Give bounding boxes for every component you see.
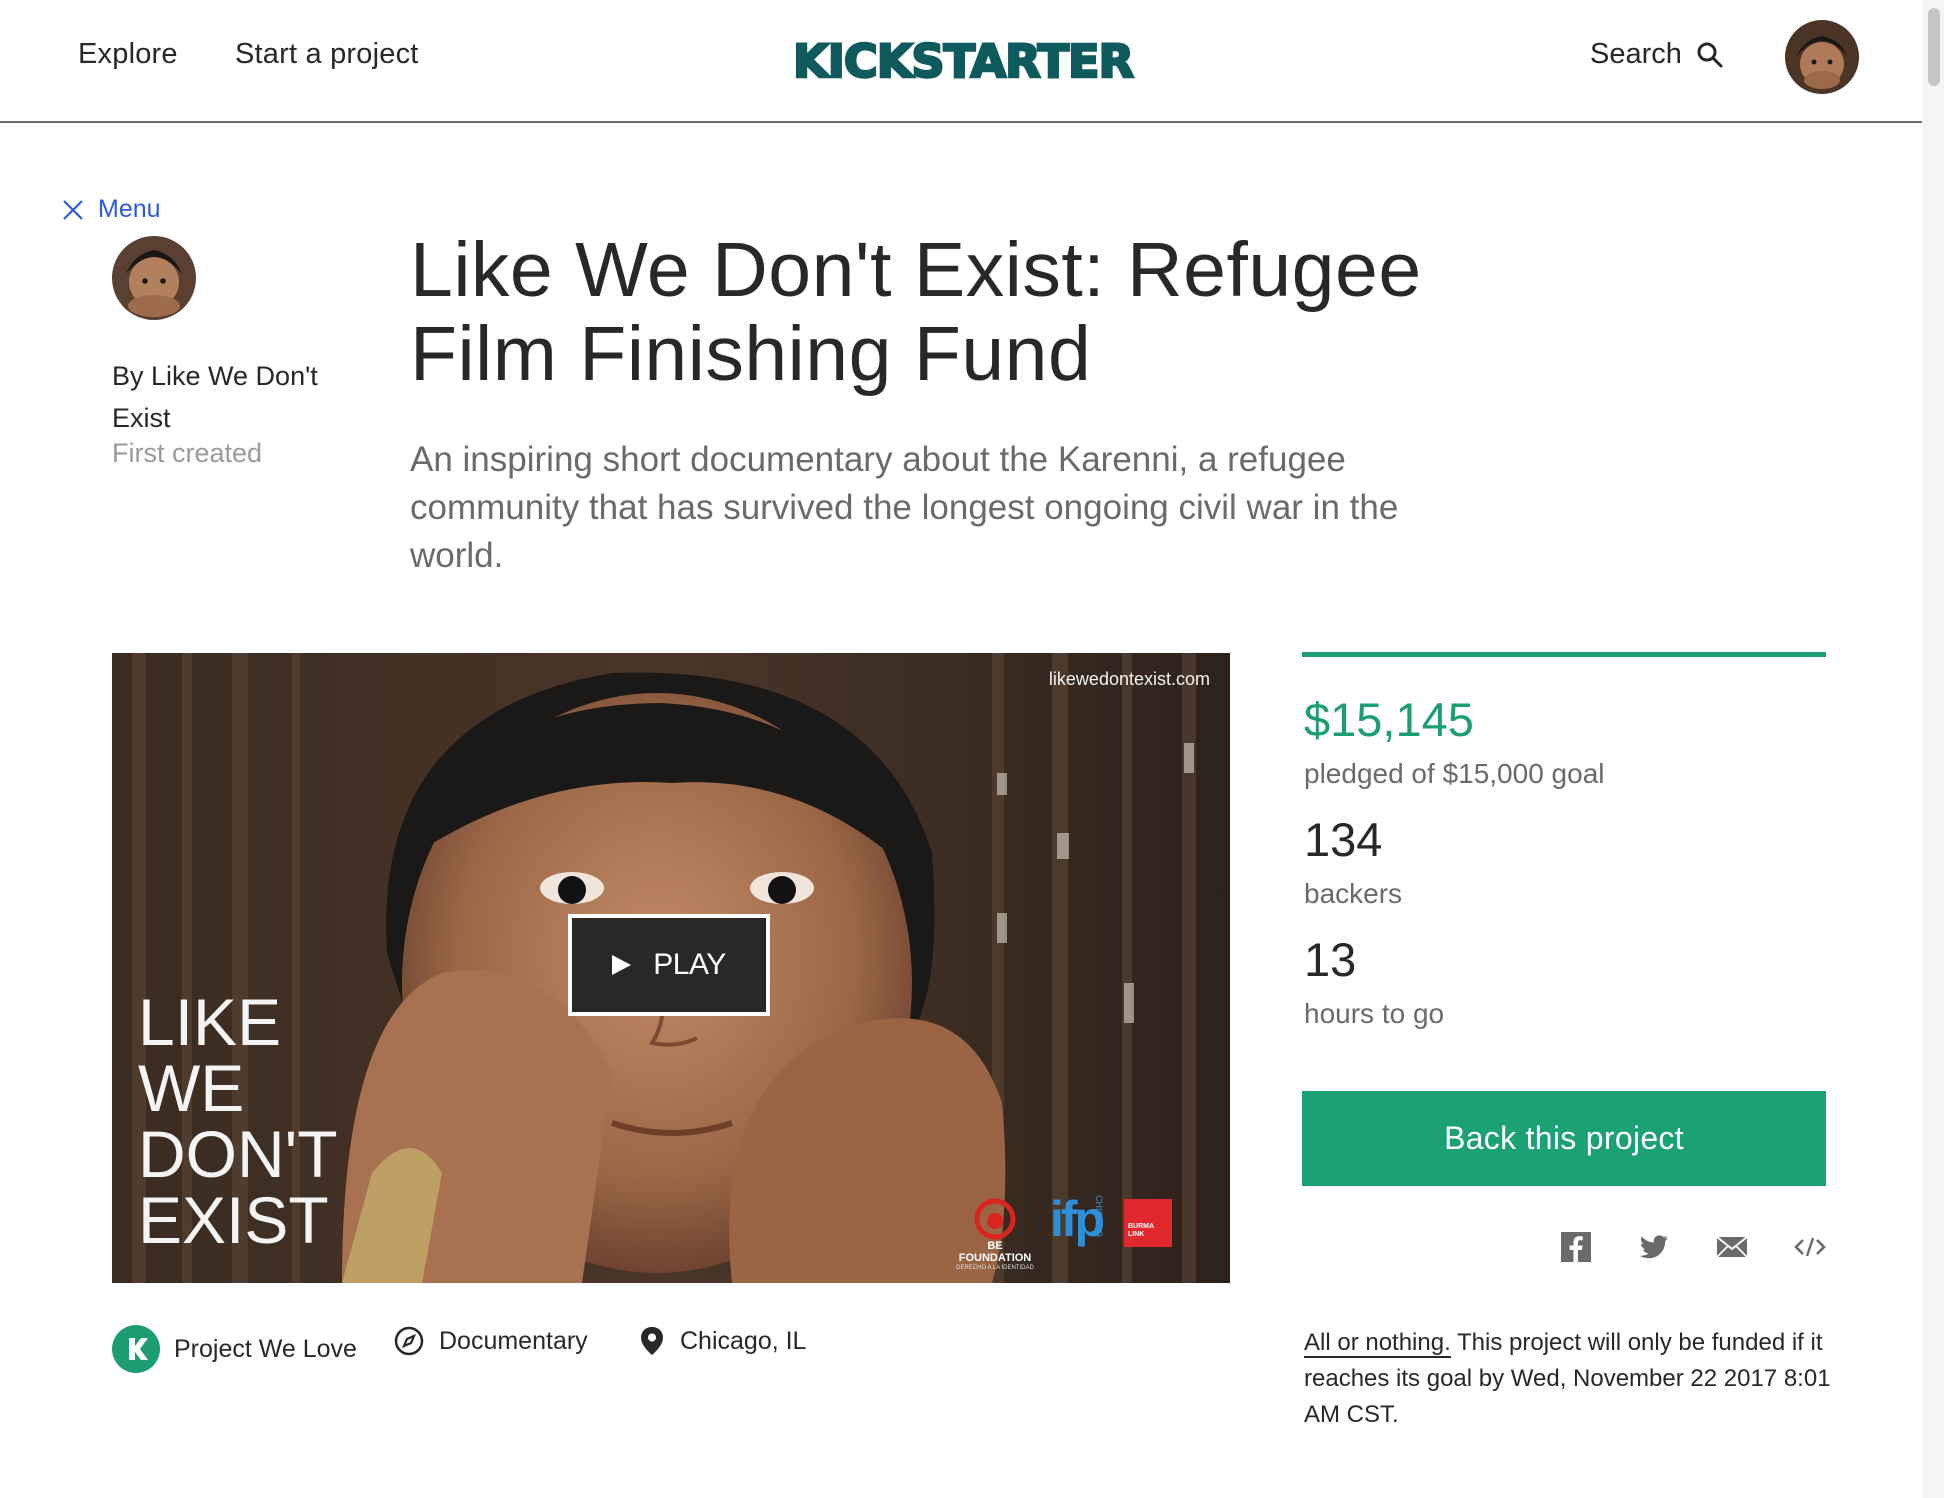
play-button[interactable]: PLAY bbox=[568, 914, 770, 1016]
ifp-city: CHICAGO bbox=[1094, 1195, 1104, 1238]
video-url-text: likewedontexist.com bbox=[1048, 669, 1210, 689]
user-avatar[interactable] bbox=[1785, 20, 1859, 94]
compass-icon bbox=[394, 1326, 424, 1356]
overlay-line: WE bbox=[138, 1051, 245, 1125]
play-label: PLAY bbox=[653, 948, 726, 981]
video-title-overlay: LIKE WE DON'T EXIST bbox=[138, 989, 338, 1253]
project-title: Like We Don't Exist: Refugee Film Finish… bbox=[410, 227, 1422, 397]
kickstarter-k-icon bbox=[112, 1325, 160, 1373]
tag-location[interactable]: Chicago, IL bbox=[638, 1325, 806, 1357]
funding-note: All or nothing. This project will only b… bbox=[1304, 1325, 1834, 1433]
all-or-nothing-link[interactable]: All or nothing. bbox=[1304, 1329, 1451, 1358]
backers-count: 134 bbox=[1304, 813, 1383, 866]
tag-label: Documentary bbox=[439, 1326, 588, 1355]
search-label: Search bbox=[1590, 38, 1682, 70]
twitter-icon[interactable] bbox=[1637, 1230, 1671, 1264]
creator-name[interactable]: By Like We Don't Exist bbox=[112, 355, 352, 439]
kickstarter-logo[interactable]: KICKSTARTER bbox=[789, 36, 1137, 84]
nav-start-project[interactable]: Start a project bbox=[235, 38, 419, 71]
email-icon[interactable] bbox=[1715, 1230, 1749, 1264]
overlay-line: LIKE bbox=[138, 985, 282, 1059]
play-icon bbox=[612, 955, 632, 975]
tag-label: Project We Love bbox=[174, 1334, 357, 1363]
creator-first-created: First created bbox=[112, 438, 263, 468]
creator-avatar[interactable] bbox=[112, 236, 196, 320]
location-pin-icon bbox=[641, 1327, 663, 1355]
back-project-button[interactable]: Back this project bbox=[1302, 1091, 1826, 1186]
backers-label: backers bbox=[1304, 878, 1403, 909]
facebook-icon[interactable] bbox=[1559, 1230, 1593, 1264]
pledged-label: pledged of $15,000 goal bbox=[1304, 758, 1605, 789]
overlay-line: EXIST bbox=[138, 1183, 329, 1257]
burma-link-text: BURMA LINK bbox=[1128, 1223, 1154, 1238]
search-button[interactable]: Search bbox=[1590, 38, 1724, 71]
scrollbar-thumb[interactable] bbox=[1928, 8, 1940, 86]
funding-progress-fill bbox=[1302, 652, 1826, 657]
tag-category[interactable]: Documentary bbox=[393, 1325, 588, 1357]
time-left-count: 13 bbox=[1304, 933, 1357, 986]
tag-label: Chicago, IL bbox=[680, 1326, 807, 1355]
ifp-chicago-logo: ifp CHICAGO bbox=[1050, 1191, 1112, 1261]
overlay-line: DON'T bbox=[138, 1117, 338, 1191]
logo-text: KICKSTARTER bbox=[793, 36, 1133, 84]
project-video[interactable]: likewedontexist.com LIKE WE DON'T EXIST … bbox=[112, 653, 1230, 1283]
burma-link-logo: BURMA LINK bbox=[1124, 1199, 1172, 1247]
be-foundation-text: BE FOUNDATION bbox=[958, 1240, 1032, 1264]
project-blurb: An inspiring short documentary about the… bbox=[410, 440, 1399, 575]
tag-project-we-love[interactable]: Project We Love bbox=[112, 1325, 357, 1373]
pledged-amount: $15,145 bbox=[1304, 693, 1474, 746]
menu-button[interactable]: Menu bbox=[62, 195, 161, 224]
be-foundation-logo: BE FOUNDATION DERECHO A LA IDENTIDAD bbox=[950, 1198, 1040, 1272]
site-header: Explore Start a project KICKSTARTER Sear… bbox=[0, 0, 1944, 123]
scrollbar[interactable] bbox=[1922, 0, 1944, 1498]
nav-explore[interactable]: Explore bbox=[78, 38, 178, 71]
embed-code-icon[interactable] bbox=[1793, 1230, 1827, 1264]
close-icon bbox=[63, 199, 83, 220]
time-left-label: hours to go bbox=[1304, 998, 1445, 1029]
search-icon bbox=[1697, 42, 1723, 67]
funding-progress-bar bbox=[1302, 652, 1826, 657]
menu-label: Menu bbox=[98, 195, 161, 223]
be-foundation-subtext: DERECHO A LA IDENTIDAD bbox=[956, 1265, 1034, 1271]
